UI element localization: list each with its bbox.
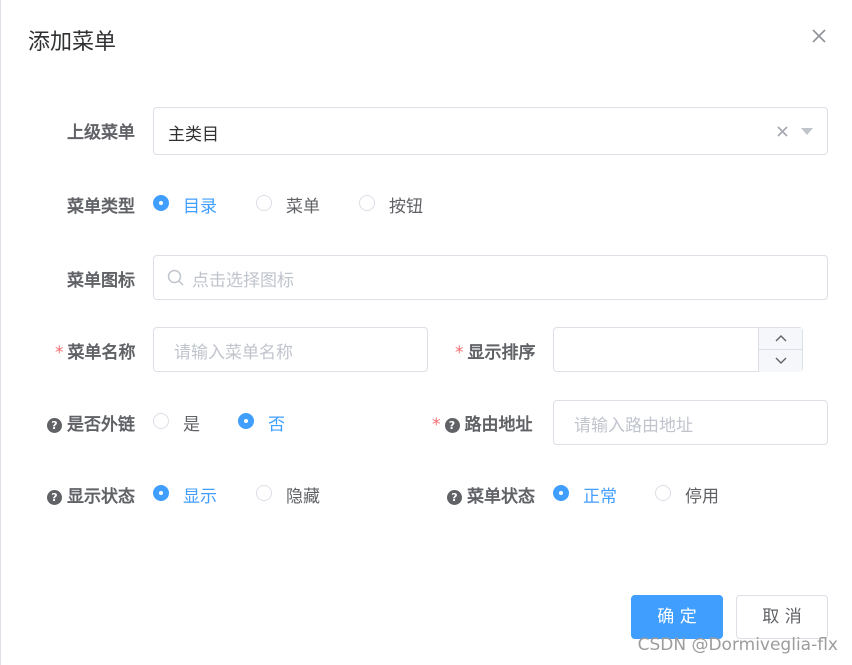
is-external-radio-group: 是 否	[153, 410, 413, 435]
route-path-label: *? 路由地址	[432, 410, 533, 435]
required-asterisk: *	[55, 343, 64, 363]
radio-label: 目录	[183, 197, 217, 217]
radio-circle	[153, 195, 169, 211]
question-icon[interactable]: ?	[447, 490, 462, 505]
clear-icon[interactable]	[777, 126, 788, 137]
radio-circle	[256, 485, 272, 501]
question-icon[interactable]: ?	[47, 418, 62, 433]
radio-circle	[553, 485, 569, 501]
confirm-button[interactable]: 确 定	[631, 595, 723, 639]
menu-icon-label: 菜单图标	[67, 271, 135, 291]
required-asterisk: *	[432, 415, 441, 435]
radio-label: 正常	[583, 487, 617, 507]
menu-name-input[interactable]: 请输入菜单名称	[153, 327, 428, 372]
route-path-input[interactable]: 请输入路由地址	[553, 400, 828, 445]
is-external-label: ? 是否外链	[47, 410, 135, 435]
radio-circle	[238, 413, 254, 429]
caret-down-icon[interactable]	[801, 128, 813, 135]
watermark: CSDN @Dormiveglia-flx	[637, 635, 838, 655]
radio-label: 停用	[685, 487, 719, 507]
menu-type-label: 菜单类型	[67, 197, 135, 217]
increase-button[interactable]	[759, 328, 803, 350]
visible-label-text: 显示状态	[67, 487, 135, 507]
radio-label: 显示	[183, 487, 217, 507]
visible-radio-group: 显示 隐藏	[153, 482, 413, 507]
decrease-button[interactable]	[759, 350, 803, 372]
cancel-button[interactable]: 取 消	[736, 595, 828, 639]
is-external-label-text: 是否外链	[67, 415, 135, 435]
menu-icon-placeholder: 点击选择图标	[192, 271, 294, 291]
question-icon[interactable]: ?	[47, 490, 62, 505]
radio-circle	[153, 485, 169, 501]
chevron-up-icon	[775, 335, 787, 342]
radio-label: 否	[268, 415, 285, 435]
radio-label: 菜单	[286, 197, 320, 217]
order-stepper	[758, 328, 803, 372]
radio-label: 是	[183, 415, 200, 435]
route-path-label-text: 路由地址	[464, 415, 533, 435]
menu-name-label-text: 菜单名称	[67, 343, 136, 363]
menu-icon-input[interactable]: 点击选择图标	[153, 255, 828, 300]
visible-label: ? 显示状态	[47, 482, 135, 507]
required-asterisk: *	[455, 343, 464, 363]
menu-type-radio-group: 目录 菜单 按钮	[153, 192, 553, 217]
menu-status-radio-group: 正常 停用	[553, 482, 813, 507]
route-path-placeholder: 请输入路由地址	[574, 416, 693, 436]
add-menu-dialog: 添加菜单 上级菜单 主类目 菜单类型 目录 菜单 按钮 菜单图标 点击选择图标 …	[0, 0, 852, 665]
parent-menu-label: 上级菜单	[67, 123, 135, 143]
menu-name-label: * 菜单名称	[55, 338, 136, 363]
question-icon[interactable]: ?	[444, 418, 460, 433]
radio-circle	[359, 195, 375, 211]
radio-label: 按钮	[389, 197, 423, 217]
display-order-number-input[interactable]	[553, 327, 803, 372]
menu-status-label-text: 菜单状态	[467, 487, 535, 507]
radio-circle	[655, 485, 671, 501]
chevron-down-icon	[775, 357, 787, 364]
menu-status-label: ? 菜单状态	[447, 482, 535, 507]
radio-circle	[153, 413, 169, 429]
menu-name-placeholder: 请输入菜单名称	[174, 343, 293, 363]
display-order-label-text: 显示排序	[467, 343, 536, 363]
radio-label: 隐藏	[286, 487, 320, 507]
dialog-title: 添加菜单	[28, 30, 117, 55]
close-icon[interactable]	[812, 29, 826, 43]
search-icon	[167, 269, 184, 286]
display-order-label: * 显示排序	[455, 338, 536, 363]
radio-circle	[256, 195, 272, 211]
parent-menu-value: 主类目	[168, 125, 219, 145]
parent-menu-select[interactable]: 主类目	[153, 107, 828, 155]
